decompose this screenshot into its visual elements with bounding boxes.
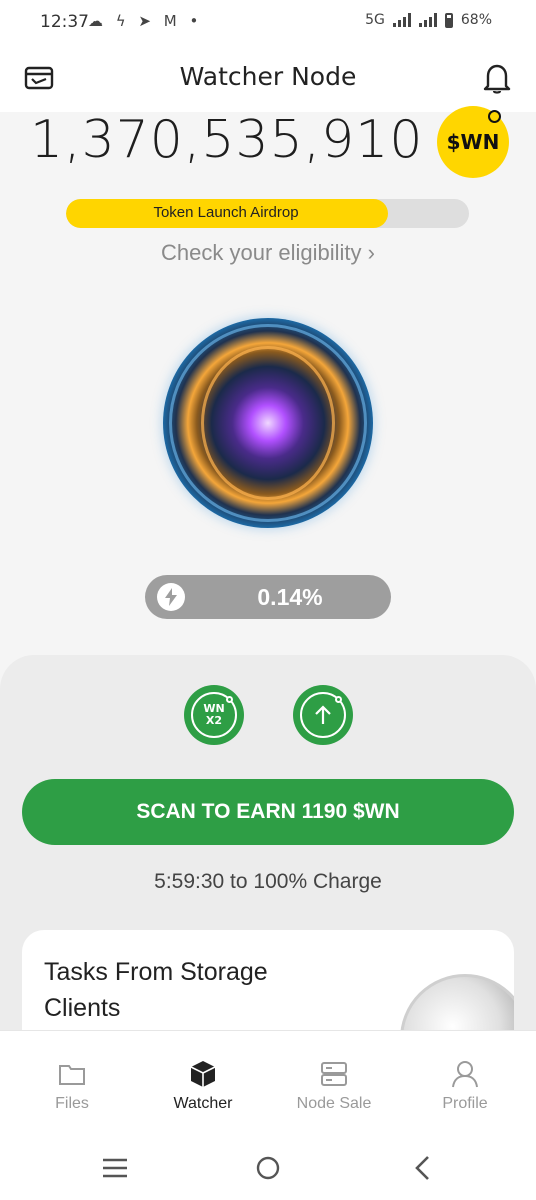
signal-icon-2 — [418, 13, 437, 27]
nav-item-files[interactable]: Files — [5, 1031, 139, 1129]
signal-icon — [392, 13, 411, 27]
multiplier-icon: WN X2 — [191, 692, 237, 738]
charge-value: 0.14% — [257, 584, 323, 610]
network-type: 5G — [365, 12, 385, 28]
battery-level: 68% — [460, 12, 492, 28]
notification-icons: ☁ ϟ ➤ M • — [88, 12, 203, 30]
cube-icon — [190, 1061, 216, 1087]
watcher-orb-image[interactable] — [163, 318, 373, 528]
airdrop-label: Token Launch Airdrop — [153, 204, 299, 221]
tasks-card-title: Tasks From Storage Clients — [44, 958, 268, 1022]
nav-label-watcher: Watcher — [173, 1095, 233, 1112]
system-navigation-bar — [0, 1128, 536, 1200]
home-icon[interactable] — [253, 1154, 283, 1182]
airdrop-progress-bar[interactable]: Token Launch Airdrop — [66, 199, 469, 228]
nav-item-profile[interactable]: Profile — [398, 1031, 532, 1129]
status-bar: 12:37 ☁ ϟ ➤ M • 5G 68% — [0, 0, 536, 46]
charge-timer: 5:59:30 to 100% Charge — [154, 870, 382, 893]
tasks-card[interactable]: Tasks From Storage Clients — [22, 930, 514, 1040]
multiplier-line-2: X2 — [205, 714, 223, 727]
balance-amount: 1,370,535,910 — [30, 110, 424, 170]
nav-label-node-sale: Node Sale — [296, 1095, 372, 1112]
nav-item-node-sale[interactable]: Node Sale — [267, 1031, 401, 1129]
token-badge: $WN — [437, 106, 509, 178]
system-status-icons: 5G 68% — [365, 12, 492, 28]
page-title: Watcher Node — [179, 62, 357, 91]
folder-icon — [59, 1065, 85, 1085]
back-icon[interactable] — [408, 1154, 438, 1182]
nav-label-profile: Profile — [442, 1095, 488, 1112]
nav-label-files: Files — [55, 1095, 89, 1112]
recent-apps-icon[interactable] — [100, 1154, 130, 1182]
scan-to-earn-button[interactable]: SCAN TO EARN 1190 $WN — [22, 779, 514, 845]
orb-ring-inner — [201, 346, 335, 500]
nav-item-watcher[interactable]: Watcher — [136, 1031, 270, 1129]
user-icon — [452, 1061, 478, 1088]
check-eligibility-link[interactable]: Check your eligibility › — [0, 240, 536, 266]
status-time: 12:37 — [40, 12, 89, 32]
arrow-up-icon — [300, 692, 346, 738]
app-header: Watcher Node — [0, 46, 536, 112]
lightning-icon — [157, 583, 185, 611]
battery-icon — [444, 12, 453, 28]
bell-icon[interactable] — [482, 62, 512, 94]
bottom-navigation: Files Watcher Node Sale Profile — [0, 1030, 536, 1128]
upgrade-button[interactable] — [293, 685, 353, 745]
multiplier-boost-button[interactable]: WN X2 — [184, 685, 244, 745]
server-icon — [321, 1062, 347, 1086]
charge-indicator: 0.14% — [145, 575, 391, 619]
